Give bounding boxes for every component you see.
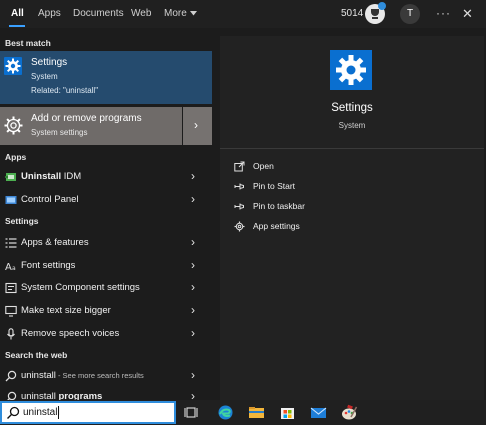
tab-documents[interactable]: Documents [73,8,124,19]
idm-app-icon [5,173,16,181]
list-item-label: Font settings [21,260,76,271]
text-caret [58,406,59,419]
best-match-related: Related: "uninstall" [31,86,99,95]
taskbar: uninstall [0,400,486,425]
search-input-value: uninstall [23,407,60,418]
svg-text:a: a [12,265,16,272]
list-item-remove-speech-voices[interactable]: Remove speech voices › [0,323,212,345]
list-item-apps-features[interactable]: Apps & features › [0,232,212,254]
chevron-down-icon [189,11,197,16]
chevron-right-icon: › [194,118,198,132]
list-item-label: uninstall - See more search results [21,370,144,381]
list-item-uninstall-idm[interactable]: Uninstall IDM › [0,166,212,188]
store-icon[interactable] [279,404,296,421]
list-item-font-settings[interactable]: Aa Font settings › [0,255,212,277]
mail-icon[interactable] [310,404,327,421]
list-item-web-uninstall[interactable]: uninstall - See more search results › [0,365,212,387]
display-icon [5,305,17,317]
action-label: App settings [253,221,300,231]
search-icon [7,391,17,400]
trophy-icon[interactable] [365,2,386,24]
tab-more-label: More [164,8,187,19]
paint-icon[interactable] [341,404,358,421]
tab-web[interactable]: Web [131,8,151,19]
settings-gear-icon [4,57,22,75]
microphone-icon [7,328,15,340]
preview-subtitle: System [338,121,366,130]
list-item-make-text-bigger[interactable]: Make text size bigger › [0,300,212,322]
chevron-right-icon: › [191,192,195,206]
list-item-system-component-settings[interactable]: System Component settings › [0,277,212,299]
section-settings: Settings [5,216,39,226]
chevron-right-icon: › [191,326,195,340]
open-icon [234,161,245,172]
edge-icon[interactable] [217,404,234,421]
control-panel-icon [5,196,17,204]
list-item-label: Make text size bigger [21,305,111,316]
gear-icon [4,116,23,135]
chevron-right-icon: › [191,235,195,249]
selected-result-title: Add or remove programs [31,113,142,124]
add-remove-programs-result[interactable]: Add or remove programs System settings [0,107,182,145]
settings-gear-icon [330,50,372,90]
divider [220,148,484,149]
list-item-web-uninstall-programs[interactable]: uninstall programs › [0,386,212,400]
avatar[interactable]: T [400,4,420,24]
section-apps: Apps [5,152,27,162]
best-match-result[interactable]: Settings System Related: "uninstall" [0,51,212,104]
section-best-match: Best match [5,38,51,48]
search-input[interactable]: uninstall [0,401,176,424]
list-item-label: System Component settings [21,282,140,293]
file-explorer-icon[interactable] [248,404,265,421]
action-label: Pin to taskbar [253,201,305,211]
preview-title: Settings [331,102,373,114]
list-item-label: Apps & features [21,237,89,248]
preview-panel: Settings System Open Pin to Start Pin to… [220,36,484,400]
tab-more[interactable]: More [164,8,197,19]
tab-apps[interactable]: Apps [38,8,61,19]
best-match-title: Settings [31,57,68,68]
tab-all[interactable]: All [11,8,24,19]
chevron-right-icon: › [191,368,195,382]
results-panel: Best match Settings System Related: "uni… [0,28,212,400]
selected-result: Add or remove programs System settings › [0,107,212,145]
selected-result-subtitle: System settings [31,128,88,137]
list-item-label: Uninstall IDM [21,171,82,182]
list-item-label: Remove speech voices [21,328,120,339]
chevron-right-icon: › [191,303,195,317]
chevron-right-icon: › [191,280,195,294]
system-component-icon [5,282,17,294]
list-item-label: Control Panel [21,194,79,205]
close-button[interactable]: ✕ [462,6,473,22]
search-tab-bar: All Apps Documents Web More 5014 T ··· ✕ [0,0,486,28]
best-match-subtitle: System [31,72,58,81]
expand-preview-button[interactable]: › [182,107,212,145]
pin-icon [234,183,244,190]
search-icon [5,370,17,382]
action-label: Pin to Start [253,181,296,191]
section-search-web: Search the web [5,350,68,360]
list-item-control-panel[interactable]: Control Panel › [0,189,212,211]
font-icon: Aa [5,262,16,272]
rewards-points: 5014 [341,8,364,19]
search-icon [7,406,20,419]
list-item-label: uninstall programs [21,391,103,400]
action-label: Open [253,161,274,171]
gear-icon [234,221,245,232]
task-view-icon[interactable] [184,404,201,421]
svg-text:A: A [5,262,12,272]
chevron-right-icon: › [191,389,195,400]
chevron-right-icon: › [191,169,195,183]
apps-list-icon [5,238,17,248]
chevron-right-icon: › [191,258,195,272]
active-tab-indicator [9,25,25,27]
pin-icon [234,203,244,210]
more-options-button[interactable]: ··· [436,6,451,20]
